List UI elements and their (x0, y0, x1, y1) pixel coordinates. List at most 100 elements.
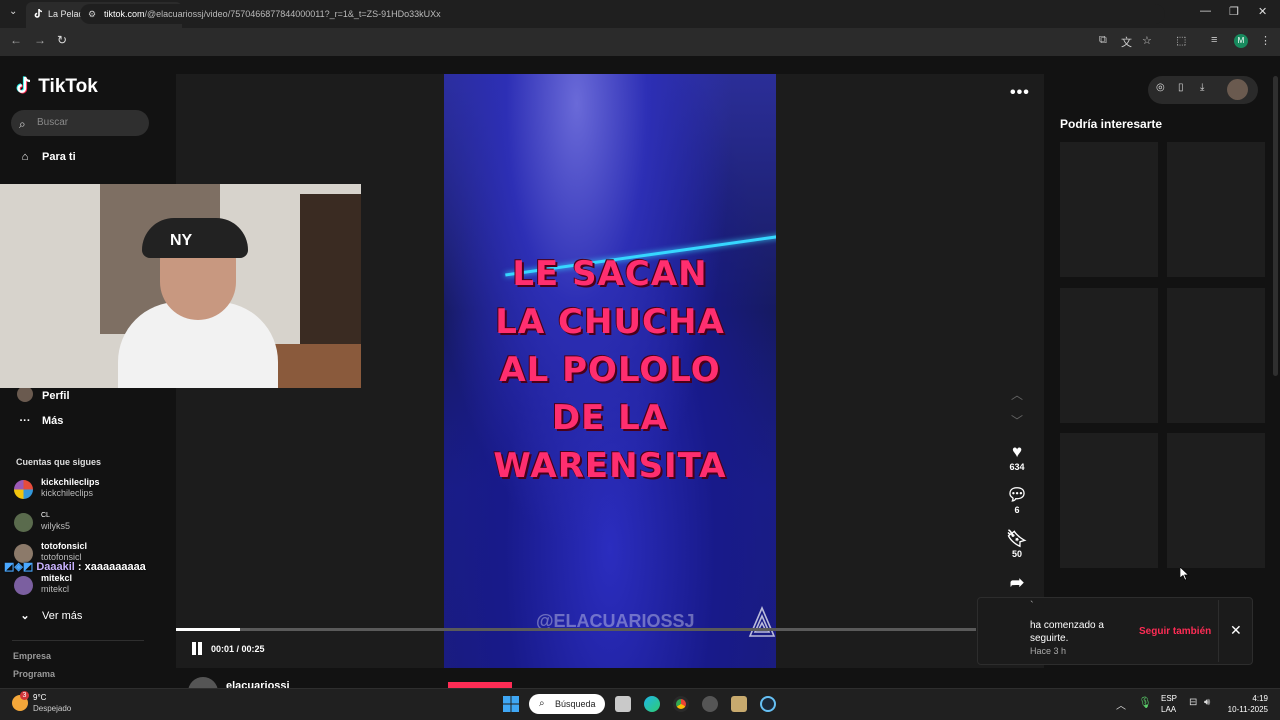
network-icon[interactable]: ⊟ (1189, 697, 1197, 708)
chrome-icon[interactable] (673, 696, 689, 712)
previous-video-icon[interactable]: ︿ (1011, 386, 1023, 403)
pause-icon (192, 642, 196, 655)
notification-time: Hace 3 h (1030, 646, 1067, 656)
site-info-icon[interactable]: ⚙︎ (88, 4, 96, 24)
overlay-text-line: WARENSITA (493, 446, 727, 486)
search-placeholder: Buscar (37, 117, 69, 128)
pause-button[interactable] (191, 642, 203, 655)
followed-account[interactable]: kickchileclips kickchileclips (14, 477, 164, 505)
weather-condition[interactable]: Despejado (33, 704, 71, 713)
volume-icon[interactable]: 🔊︎ (1204, 697, 1210, 708)
ver-mas-button[interactable]: ⌄ Ver más (16, 609, 82, 622)
bookmark-star-icon[interactable]: ☆ (1142, 34, 1152, 47)
share-button[interactable]: ➦ (1001, 573, 1033, 593)
overlay-text-line: DE LA (551, 398, 669, 438)
chat-username: Daaakil (36, 561, 75, 573)
steam-icon[interactable] (760, 696, 776, 712)
menu-kebab-icon[interactable]: ⋮ (1260, 34, 1271, 47)
recommended-video[interactable] (1060, 433, 1158, 568)
forward-icon[interactable]: → (34, 33, 46, 47)
extensions-icon[interactable]: ⬚ (1176, 34, 1186, 47)
video-frame[interactable]: LE SACAN LA CHUCHA AL POLOLO DE LA WAREN… (444, 74, 776, 668)
obs-icon[interactable] (702, 696, 718, 712)
tab-search-icon[interactable]: ⌄ (9, 6, 17, 17)
keyboard-layout[interactable]: LAA (1161, 705, 1176, 714)
followed-account[interactable]: CL wilyks5 (14, 510, 164, 538)
recommended-video[interactable] (1060, 288, 1158, 423)
chevron-down-icon: ⌄ (20, 610, 30, 622)
download-icon[interactable]: ⤓ (1200, 82, 1204, 93)
file-explorer-icon[interactable] (615, 696, 631, 712)
edge-browser-icon[interactable] (644, 696, 660, 712)
next-video-icon[interactable]: ﹀ (1011, 412, 1023, 429)
more-options-icon[interactable]: ••• (1010, 84, 1030, 102)
comment-icon: 💬︎ (1006, 485, 1028, 504)
phone-icon[interactable]: ▯ (1178, 82, 1184, 93)
progress-fill (176, 628, 240, 631)
recommended-video[interactable] (1060, 142, 1158, 277)
account-avatar (14, 576, 33, 595)
recommended-video[interactable] (1167, 142, 1265, 277)
overlay-text-line: AL POLOLO (499, 350, 721, 390)
save-count: 50 (1011, 549, 1022, 559)
cam-cap (142, 218, 248, 258)
tiktok-logo[interactable]: TikTok (16, 76, 98, 98)
windows-start-icon[interactable] (503, 696, 519, 712)
nav-mas[interactable]: ··· Más (16, 415, 64, 427)
profile-icon (16, 386, 34, 402)
nav-label: Perfil (42, 390, 70, 402)
microphone-icon[interactable]: 🎙︎ (1138, 696, 1152, 709)
account-avatar (14, 513, 33, 532)
account-name: mitekcl (41, 573, 73, 583)
followed-account[interactable]: mitekcl mitekcl (14, 573, 164, 601)
tray-overflow-icon[interactable]: ︿ (1116, 697, 1126, 712)
taskbar-time[interactable]: 4:19 (1230, 694, 1268, 703)
close-window-icon[interactable]: ✕ (1258, 5, 1267, 18)
nav-label: Más (42, 415, 64, 427)
comment-count: 6 (1014, 505, 1020, 515)
league-client-icon[interactable] (731, 696, 747, 712)
divider (1218, 600, 1219, 662)
comment-button[interactable]: 💬︎ 6 (1001, 485, 1033, 515)
home-icon: ⌂ (21, 151, 29, 163)
profile-avatar[interactable]: M (1234, 34, 1248, 48)
cap-logo: NY (170, 232, 193, 249)
divider (12, 640, 144, 641)
cast-icon[interactable]: ⧉ (1099, 34, 1107, 47)
save-button[interactable]: 🔖︎ 50 (1001, 529, 1033, 559)
taskbar-date[interactable]: 10-11-2025 (1225, 705, 1268, 714)
taskbar-search[interactable]: ⌕ Búsqueda (529, 694, 605, 714)
restore-icon[interactable]: ❐ (1229, 5, 1239, 18)
close-icon[interactable]: ✕ (1230, 622, 1242, 639)
minimize-icon[interactable]: — (1200, 5, 1211, 17)
nav-para-ti[interactable]: ⌂ Para ti (16, 151, 76, 163)
recommended-video[interactable] (1167, 433, 1265, 568)
follow-notification: ` ha comenzado a seguirte. Hace 3 h Segu… (977, 597, 1253, 665)
reload-icon[interactable]: ↻ (57, 33, 67, 47)
user-avatar[interactable] (1227, 79, 1248, 100)
media-control-icon[interactable]: ≡ (1211, 34, 1217, 46)
account-name: CL (41, 512, 50, 519)
tiktok-note-icon (16, 76, 31, 94)
coin-icon[interactable]: ◎ (1156, 82, 1165, 93)
nav-perfil[interactable]: Perfil (16, 386, 70, 402)
stream-chat-message: ◩◈◩ Daaakil : xaaaaaaaaa (4, 560, 146, 573)
address-bar[interactable]: ⚙︎ tiktok.com/@elacuariossj/video/757046… (80, 4, 1165, 24)
like-button[interactable]: ♥ 634 (1001, 442, 1033, 472)
search-input[interactable]: ⌕ Buscar (11, 110, 149, 136)
translate-icon[interactable]: 文 (1121, 34, 1132, 50)
nav-label: Para ti (42, 151, 76, 163)
footer-link[interactable]: Empresa (13, 651, 51, 661)
back-icon[interactable]: ← (10, 33, 22, 47)
video-progress-bar[interactable] (176, 628, 976, 631)
keyboard-language[interactable]: ESP (1161, 694, 1177, 703)
recommended-video[interactable] (1167, 288, 1265, 423)
footer-link[interactable]: Programa (13, 669, 55, 679)
follow-back-button[interactable]: Seguir también (1139, 626, 1211, 637)
weather-temperature[interactable]: 9°C (33, 693, 46, 702)
playback-time: 00:01 / 00:25 (211, 644, 265, 654)
scrollbar[interactable] (1273, 76, 1278, 376)
account-handle: wilyks5 (41, 521, 71, 531)
overlay-text-line: LA CHUCHA (495, 302, 725, 342)
notification-message: ha comenzado a seguirte. (1030, 620, 1104, 644)
